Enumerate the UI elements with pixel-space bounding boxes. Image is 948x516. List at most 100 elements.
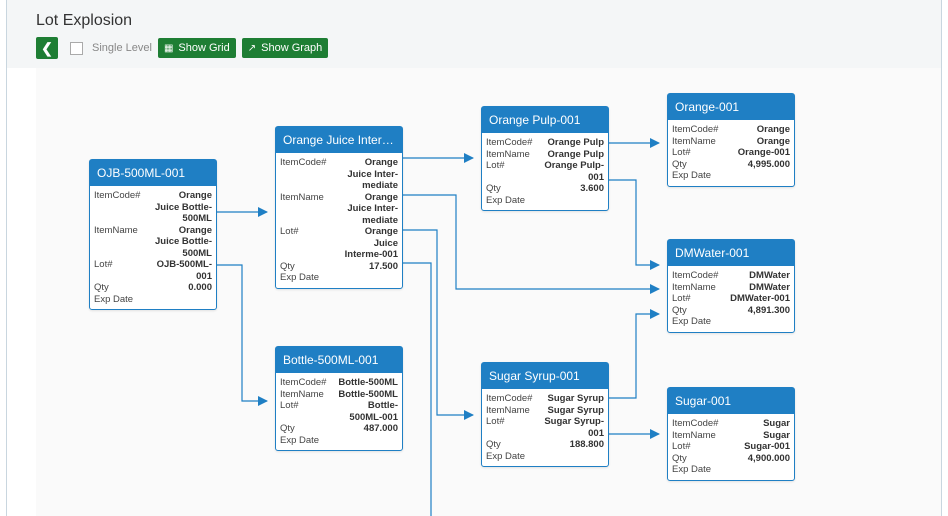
field-row-item-code: ItemCode# Orange Juice Inter- mediate [280,157,398,192]
field-value: Sugar Syrup- 001 [544,416,604,439]
node-title: Bottle-500ML-001 [276,347,402,373]
field-label: ItemCode# [280,377,327,388]
field-row-item-code: ItemCode# Orange Juice Bottle- 500ML [94,190,212,225]
node-body: ItemCode# Sugar ItemName Sugar Lot# Sugar-001… [668,414,794,480]
field-label: Exp Date [672,464,712,475]
field-row-item-code: ItemCode# Orange Pulp [486,137,604,149]
field-value: 0.000 [188,282,212,293]
field-row-qty: Qty 3.600 [486,183,604,195]
field-row-qty: Qty 17.500 [280,261,398,273]
field-label: ItemName [486,148,530,160]
field-label: Lot# [280,226,299,237]
field-row-lot: Lot# Orange Juice Interme-001 [280,226,398,261]
field-row-item-name: ItemName Orange Juice Inter- mediate [280,192,398,227]
field-label: Lot# [280,400,299,411]
field-label: Lot# [672,441,691,452]
node-body: ItemCode# Orange Juice Inter- mediate Item… [276,153,402,288]
field-value: Orange Juice Inter- mediate [347,191,398,226]
field-label: Exp Date [94,293,134,305]
node-ojb-500ml-001[interactable]: OJB-500ML-001 ItemCode# Orange Juice Bottl… [89,159,217,310]
node-body: ItemCode# Bottle-500ML ItemName Bottle-500M… [276,373,402,450]
field-value: 4,891.300 [747,304,790,316]
node-title: Sugar-001 [668,388,794,414]
edge-sugarsyrup-to-dmwater [607,309,660,399]
field-label: ItemCode# [672,270,719,281]
field-value: Bottle-500ML [338,388,398,400]
field-value: 4,995.000 [747,158,790,170]
field-label: Qty [280,423,295,434]
field-row-exp-date: Exp Date [486,195,604,207]
field-value: Bottle-500ML [338,377,398,388]
field-value: Orange [756,135,790,147]
field-label: ItemName [672,429,716,441]
field-value: 3.600 [580,183,604,194]
field-row-qty: Qty 4,891.300 [672,305,790,317]
field-label: ItemName [672,135,716,147]
field-value: 17.500 [368,260,398,272]
node-title: DMWater-001 [668,240,794,266]
field-label: Qty [486,183,501,194]
field-row-item-code: ItemCode# Orange [672,124,790,136]
field-row-qty: Qty 4,995.000 [672,159,790,171]
field-row-qty: Qty 487.000 [280,423,398,435]
field-label: Qty [672,158,687,170]
field-value: Bottle- 500ML-001 [349,400,398,423]
field-label: Qty [280,260,295,272]
field-value: 4,900.000 [747,452,790,464]
field-row-item-name: ItemName Orange Juice Bottle- 500ML [94,225,212,260]
field-row-item-name: ItemName Sugar [672,430,790,442]
node-sugar-syrup-001[interactable]: Sugar Syrup-001 ItemCode# Sugar Syrup ItemN… [481,362,609,467]
field-row-lot: Lot# Orange Pulp- 001 [486,160,604,183]
node-orange-pulp-001[interactable]: Orange Pulp-001 ItemCode# Orange Pulp ItemN… [481,106,609,211]
field-value: Orange [756,124,790,135]
field-value: Orange Pulp- 001 [544,160,604,183]
node-body: ItemCode# DMWater ItemName DMWater Lot# DMWat… [668,266,794,332]
field-row-exp-date: Exp Date [672,170,790,182]
node-title: OJB-500ML-001 [90,160,216,186]
node-orange-juice-intermediate[interactable]: Orange Juice Interm... ItemCode# Orange Ju… [275,126,403,289]
field-row-qty: Qty 0.000 [94,282,212,294]
node-bottle-500ml-001[interactable]: Bottle-500ML-001 ItemCode# Bottle-500ML Ite… [275,346,403,451]
field-label: Exp Date [672,316,712,327]
field-value: Orange Juice Bottle- 500ML [154,224,212,259]
node-title: Orange Juice Interm... [276,127,402,153]
field-label: Exp Date [486,450,526,462]
field-value: Sugar [763,418,790,429]
field-label: ItemCode# [94,190,141,201]
field-label: Exp Date [280,434,320,446]
field-row-item-name: ItemName Orange Pulp [486,149,604,161]
field-label: Lot# [486,160,505,171]
node-dmwater-001[interactable]: DMWater-001 ItemCode# DMWater ItemName DMWat… [667,239,795,333]
field-label: ItemCode# [486,393,533,404]
field-value: DMWater-001 [730,293,790,304]
field-row-item-name: ItemName Orange [672,136,790,148]
field-value: Orange Juice Interme-001 [344,226,398,260]
field-value: DMWater [749,270,790,281]
field-label: ItemName [280,388,324,400]
field-label: ItemName [486,404,530,416]
node-orange-001[interactable]: Orange-001 ItemCode# Orange ItemName Orange L… [667,93,795,187]
field-row-item-code: ItemCode# Sugar Syrup [486,393,604,405]
field-value: Orange Juice Bottle- 500ML [154,190,212,224]
field-label: Exp Date [672,170,712,181]
field-label: ItemCode# [672,124,719,135]
field-value: DMWater [749,281,790,293]
edge-orangepulp-to-dmwater [607,179,660,270]
node-title: Orange Pulp-001 [482,107,608,133]
field-row-exp-date: Exp Date [280,435,398,447]
field-label: ItemCode# [672,418,719,429]
field-value: Orange Pulp [547,137,604,148]
field-label: ItemName [672,281,716,293]
field-label: Qty [672,304,687,316]
field-row-item-code: ItemCode# DMWater [672,270,790,282]
field-value: Sugar Syrup [547,404,605,416]
field-label: ItemCode# [486,137,533,148]
field-label: Qty [486,439,501,450]
field-row-lot: Lot# Sugar Syrup- 001 [486,416,604,439]
field-label: ItemCode# [280,157,327,168]
field-label: ItemName [94,224,138,236]
node-body: ItemCode# Orange Juice Bottle- 500ML ItemN… [90,186,216,309]
field-row-qty: Qty 4,900.000 [672,453,790,465]
field-value: Orange Pulp [547,148,604,160]
node-sugar-001[interactable]: Sugar-001 ItemCode# Sugar ItemName Sugar Lot#… [667,387,795,481]
